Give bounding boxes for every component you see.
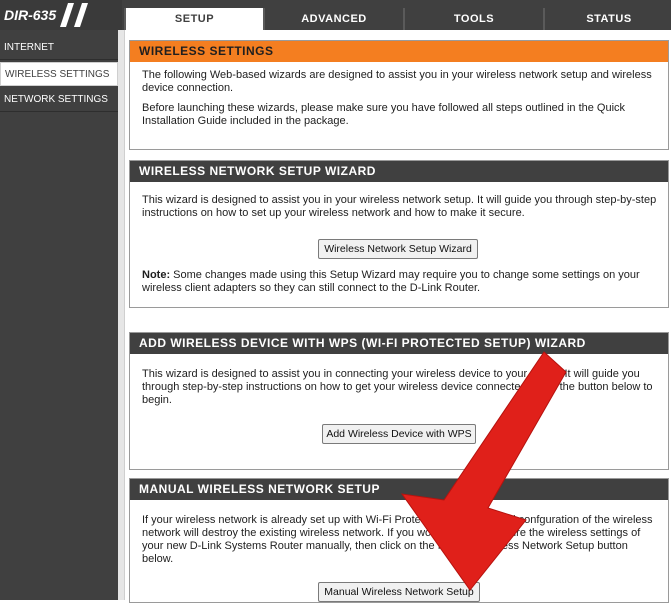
tab-setup[interactable]: SETUP — [124, 8, 263, 30]
section-title: WIRELESS SETTINGS — [130, 41, 668, 62]
section-title: ADD WIRELESS DEVICE WITH WPS (WI-FI PROT… — [130, 333, 668, 354]
section-title: MANUAL WIRELESS NETWORK SETUP — [130, 479, 668, 500]
setup-wizard-section: WIRELESS NETWORK SETUP WIZARD This wizar… — [129, 160, 669, 308]
manual-wireless-network-setup-button[interactable]: Manual Wireless Network Setup — [318, 582, 480, 602]
sidebar-item-wireless-settings[interactable]: WIRELESS SETTINGS — [0, 62, 118, 86]
tab-advanced[interactable]: ADVANCED — [263, 8, 403, 30]
tab-tools[interactable]: TOOLS — [403, 8, 543, 30]
wireless-network-setup-wizard-button[interactable]: Wireless Network Setup Wizard — [318, 239, 478, 259]
setup-wizard-note: Note: Some changes made using this Setup… — [130, 269, 668, 295]
sidebar-item-network-settings[interactable]: NETWORK SETTINGS — [0, 88, 118, 112]
sidebar-item-label: NETWORK SETTINGS — [4, 94, 108, 105]
setup-wizard-description: This wizard is designed to assist you in… — [142, 194, 657, 219]
sidebar-item-internet[interactable]: INTERNET — [0, 36, 118, 60]
intro-paragraph-2: Before launching these wizards, please m… — [142, 102, 626, 127]
sidebar: INTERNET WIRELESS SETTINGS NETWORK SETTI… — [0, 30, 122, 600]
note-label: Note: — [142, 269, 171, 281]
section-title: WIRELESS NETWORK SETUP WIZARD — [130, 161, 668, 182]
tab-setup-label: SETUP — [174, 13, 215, 25]
add-wireless-device-wps-button[interactable]: Add Wireless Device with WPS — [322, 424, 476, 444]
main-content: WIRELESS SETTINGS The following Web-base… — [124, 30, 671, 603]
manual-setup-description: If your wireless network is already set … — [142, 514, 653, 565]
wireless-settings-section: WIRELESS SETTINGS The following Web-base… — [129, 40, 669, 150]
sidebar-item-label: INTERNET — [4, 42, 54, 53]
tab-status[interactable]: STATUS — [543, 8, 671, 30]
tab-status-label: STATUS — [586, 13, 632, 25]
wps-wizard-section: ADD WIRELESS DEVICE WITH WPS (WI-FI PROT… — [129, 332, 669, 470]
top-nav-bar: DIR-635 SETUP ADVANCED TOOLS STATUS — [0, 0, 671, 30]
manual-setup-section: MANUAL WIRELESS NETWORK SETUP If your wi… — [129, 478, 669, 603]
note-text: Some changes made using this Setup Wizar… — [142, 269, 640, 294]
sidebar-item-label: WIRELESS SETTINGS — [5, 69, 110, 80]
tab-advanced-label: ADVANCED — [301, 13, 367, 25]
router-logo: DIR-635 — [0, 0, 122, 30]
logo-slash-icon — [60, 3, 88, 27]
model-name: DIR-635 — [4, 7, 57, 23]
intro-paragraph-1: The following Web-based wizards are desi… — [142, 69, 652, 94]
tab-tools-label: TOOLS — [453, 13, 495, 25]
wps-wizard-description: This wizard is designed to assist you in… — [142, 368, 653, 406]
